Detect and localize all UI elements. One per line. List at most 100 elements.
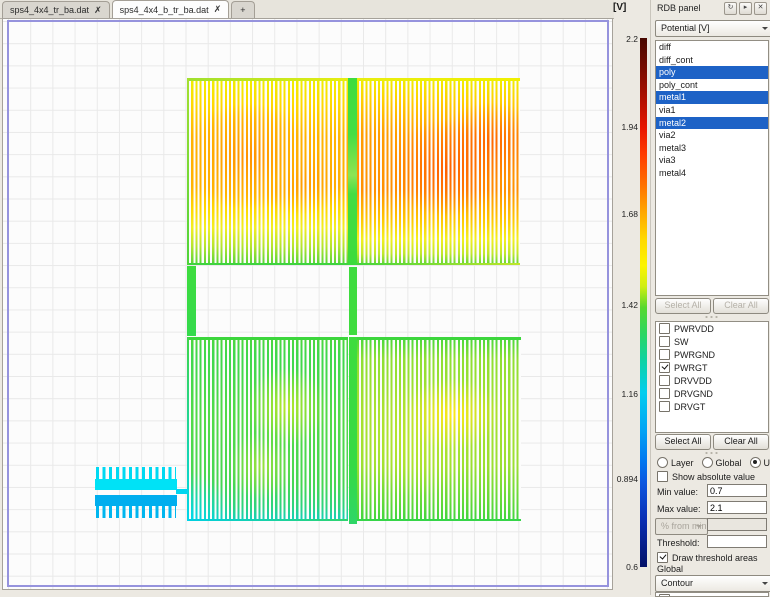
net-item-pwrgnd[interactable]: PWRGND bbox=[656, 348, 768, 361]
radio-user-label: User bbox=[764, 458, 770, 468]
net-label: PWRGND bbox=[674, 350, 715, 360]
colorbar-tick: 0.894 bbox=[604, 474, 638, 484]
checkbox-checked-icon[interactable] bbox=[657, 552, 668, 563]
layer-item-diff-cont[interactable]: diff_cont bbox=[656, 54, 768, 67]
layer-item-metal1[interactable]: metal1 bbox=[656, 91, 768, 104]
radio-global-icon[interactable] bbox=[702, 457, 713, 468]
finger-stripes bbox=[357, 337, 521, 521]
heatmap-block-top-right bbox=[357, 78, 520, 265]
layer-item-via1[interactable]: via1 bbox=[656, 104, 768, 117]
center-bus-middle bbox=[349, 267, 357, 335]
layer-clear-all-button: Clear All bbox=[713, 298, 769, 314]
checkbox-icon[interactable] bbox=[659, 323, 670, 334]
panel-window-buttons: ↻ ▸ ✕ bbox=[724, 2, 767, 15]
show-absolute-option[interactable]: Show absolute value bbox=[657, 471, 755, 482]
layer-item-metal4[interactable]: metal4 bbox=[656, 167, 768, 180]
refresh-icon[interactable]: ↻ bbox=[724, 2, 737, 15]
max-value-label: Max value: bbox=[657, 504, 701, 514]
net-item-pwrgt[interactable]: PWRGT bbox=[656, 361, 768, 374]
block-top-rail bbox=[357, 78, 520, 81]
heatmap-block-bottom-left bbox=[187, 337, 348, 521]
plus-icon: + bbox=[240, 5, 245, 15]
block-bottom-rail bbox=[357, 263, 520, 265]
center-bus-bottom bbox=[349, 337, 357, 524]
net-clear-all-button[interactable]: Clear All bbox=[713, 434, 769, 450]
min-value-label: Min value: bbox=[657, 487, 698, 497]
tab-sps4-4x4-tr-ba[interactable]: sps4_4x4_tr_ba.dat ✗ bbox=[2, 1, 110, 18]
tab-close-icon[interactable]: ✗ bbox=[214, 4, 222, 15]
max-value-input[interactable] bbox=[707, 501, 767, 514]
colorbar-tick: 1.94 bbox=[604, 122, 638, 132]
net-item-drvgt[interactable]: DRVGT bbox=[656, 400, 768, 413]
net-item-drvvdd[interactable]: DRVVDD bbox=[656, 374, 768, 387]
layer-item-via2[interactable]: via2 bbox=[656, 129, 768, 142]
checkbox-icon[interactable] bbox=[659, 336, 670, 347]
min-value-input[interactable] bbox=[707, 484, 767, 497]
radio-layer-icon[interactable] bbox=[657, 457, 668, 468]
finger-stripes bbox=[187, 78, 348, 265]
heatmap-block-bottom-right bbox=[357, 337, 521, 521]
global-section-label: Global bbox=[657, 564, 683, 574]
colorbar-tick: 1.16 bbox=[604, 389, 638, 399]
colorbar-tick: 0.6 bbox=[604, 562, 638, 572]
layout-viewport[interactable] bbox=[2, 18, 613, 590]
splitter-handle[interactable] bbox=[704, 452, 718, 454]
draw-threshold-label: Draw threshold areas bbox=[672, 553, 758, 563]
block-bottom-rail bbox=[187, 263, 348, 265]
contour-mode-select[interactable]: Contour bbox=[655, 575, 770, 592]
net-item-drvgnd[interactable]: DRVGND bbox=[656, 387, 768, 400]
net-label: DRVGT bbox=[674, 402, 705, 412]
gate-comb-bar-top bbox=[95, 479, 177, 490]
percent-from-min-select: % from min bbox=[655, 518, 708, 535]
checkbox-icon[interactable] bbox=[659, 349, 670, 360]
contour-mode-value: Contour bbox=[661, 578, 693, 588]
block-top-rail bbox=[187, 337, 348, 340]
block-top-rail bbox=[357, 337, 521, 340]
layer-item-metal3[interactable]: metal3 bbox=[656, 142, 768, 155]
checkbox-icon[interactable] bbox=[659, 401, 670, 412]
net-list: PWRVDD SW PWRGND PWRGT DRVVDD DRVGND bbox=[655, 321, 769, 433]
tab-close-icon[interactable]: ✗ bbox=[94, 5, 102, 16]
tab-bar: sps4_4x4_tr_ba.dat ✗ sps4_4x4_b_tr_ba.da… bbox=[0, 0, 614, 19]
colorbar-tick: 1.68 bbox=[604, 209, 638, 219]
draw-threshold-option[interactable]: Draw threshold areas bbox=[657, 552, 758, 563]
finger-stripes bbox=[357, 78, 520, 265]
layer-item-via3[interactable]: via3 bbox=[656, 154, 768, 167]
colorbar-tick: 2.2 bbox=[604, 34, 638, 44]
net-select-all-button[interactable]: Select All bbox=[655, 434, 711, 450]
layer-item-poly[interactable]: poly bbox=[656, 66, 768, 79]
checkbox-icon[interactable] bbox=[657, 471, 668, 482]
block-left-rail bbox=[187, 78, 189, 265]
block-bottom-rail bbox=[357, 519, 521, 521]
close-icon[interactable]: ✕ bbox=[754, 2, 767, 15]
net-item-pwrvdd[interactable]: PWRVDD bbox=[656, 322, 768, 335]
splitter-handle[interactable] bbox=[704, 316, 718, 318]
net-item-sw[interactable]: SW bbox=[656, 335, 768, 348]
checkbox-checked-icon[interactable] bbox=[659, 362, 670, 373]
center-bus-top bbox=[348, 78, 357, 265]
top-contacts-option[interactable]: Top Contacts bbox=[656, 593, 768, 597]
layer-item-diff[interactable]: diff bbox=[656, 41, 768, 54]
tab-sps4-4x4-b-tr-ba[interactable]: sps4_4x4_b_tr_ba.dat ✗ bbox=[112, 0, 230, 18]
percent-from-min-input bbox=[707, 518, 767, 531]
range-mode-group: Layer Global User bbox=[657, 457, 770, 468]
new-tab-button[interactable]: + bbox=[231, 1, 254, 18]
radio-user-icon[interactable] bbox=[750, 457, 761, 468]
finger-stripes bbox=[187, 337, 348, 521]
gate-comb-stub bbox=[176, 489, 188, 494]
threshold-input[interactable] bbox=[707, 535, 767, 548]
tab-label: sps4_4x4_tr_ba.dat bbox=[10, 5, 89, 15]
display-mode-select[interactable]: Potential [V] bbox=[655, 20, 770, 37]
detach-icon[interactable]: ▸ bbox=[739, 2, 752, 15]
threshold-label: Threshold: bbox=[657, 538, 700, 548]
block-bottom-rail bbox=[187, 519, 348, 521]
checkbox-icon[interactable] bbox=[659, 375, 670, 386]
gate-comb-teeth-top bbox=[96, 467, 176, 479]
layer-item-poly-cont[interactable]: poly_cont bbox=[656, 79, 768, 92]
potential-colorbar bbox=[640, 38, 647, 567]
tab-label: sps4_4x4_b_tr_ba.dat bbox=[120, 5, 209, 15]
layer-item-metal2[interactable]: metal2 bbox=[656, 117, 768, 130]
checkbox-icon[interactable] bbox=[659, 388, 670, 399]
application-window: sps4_4x4_tr_ba.dat ✗ sps4_4x4_b_tr_ba.da… bbox=[0, 0, 770, 595]
layer-select-all-button: Select All bbox=[655, 298, 711, 314]
